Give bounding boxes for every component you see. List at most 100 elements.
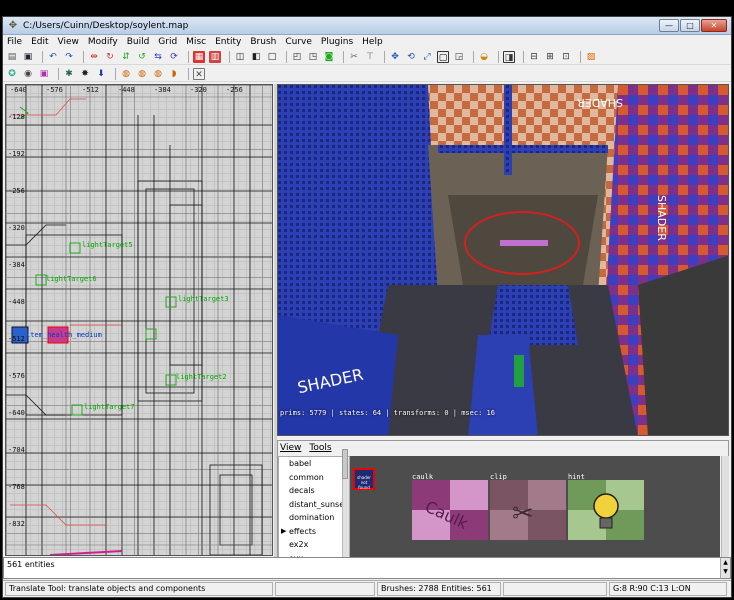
brush-4-icon[interactable]: ◳ — [307, 51, 319, 63]
entity-label[interactable]: lightTarget2 — [176, 373, 227, 381]
close-plugin-icon[interactable]: ✕ — [193, 67, 205, 80]
hint-texture[interactable] — [568, 480, 644, 540]
select-inside-icon[interactable]: ▥ — [209, 50, 221, 63]
caulk-texture[interactable]: Caulk — [412, 480, 488, 540]
menu-edit[interactable]: Edit — [31, 37, 48, 47]
entity-label[interactable]: lightTarget7 — [84, 403, 135, 411]
rotate-y-icon[interactable]: ↺ — [136, 51, 148, 63]
texture-folder-item[interactable]: domination — [279, 511, 349, 525]
prefab-2-icon[interactable]: ◍ — [136, 68, 148, 80]
menu-file[interactable]: File — [7, 37, 22, 47]
new-map-icon[interactable]: ▤ — [6, 51, 18, 63]
bobtoolz-icon[interactable]: ✱ — [63, 68, 75, 80]
y-tick-label: -832 — [8, 520, 25, 528]
toolbar-separator — [286, 50, 287, 63]
make-detail-icon[interactable]: ⊤ — [364, 51, 376, 63]
toolbar-separator — [498, 50, 499, 63]
entity-label[interactable]: lightTarget3 — [178, 295, 229, 303]
toolbar-separator — [523, 50, 524, 63]
patch-caps-icon[interactable]: ⊞ — [544, 51, 556, 63]
entity-label[interactable]: lightTarget5 — [82, 241, 133, 249]
texture-lock-icon[interactable]: ◒ — [478, 51, 490, 63]
translate-icon[interactable]: ✥ — [389, 51, 401, 63]
menu-help[interactable]: Help — [362, 37, 383, 47]
minimize-button[interactable]: — — [659, 19, 679, 32]
main-toolbar: ▤ ▣ ↶ ↷ ⇹ ↻ ⇵ ↺ ⇆ ⟳ ▦ ▥ ◫ ◧ □ ◰ ◳ ◙ ✂ ⊤ — [3, 49, 731, 65]
menu-misc[interactable]: Misc — [186, 37, 206, 47]
maximize-button[interactable]: □ — [680, 19, 700, 32]
status-grid: G:8 R:90 C:13 L:ON — [609, 582, 727, 596]
texture-folder-tree[interactable]: babel common decals distant_sunset dominatio… — [278, 456, 350, 571]
resize-icon[interactable]: ◲ — [453, 51, 465, 63]
texture-grid-scrollbar[interactable] — [721, 456, 729, 571]
flip-x-icon[interactable]: ⇹ — [88, 51, 100, 63]
rotate-icon[interactable]: ⟲ — [405, 51, 417, 63]
prefab-icon[interactable]: ◍ — [120, 68, 132, 80]
y-tick-label: -704 — [8, 446, 25, 454]
filter-icon[interactable]: ✪ — [6, 68, 18, 80]
texture-folder-item[interactable]: ▶ effects — [279, 525, 349, 539]
csg-subtract-icon[interactable]: ◫ — [234, 51, 246, 63]
texture-menu-view[interactable]: View — [280, 443, 301, 455]
selected-brush[interactable] — [500, 240, 548, 246]
menu-build[interactable]: Build — [127, 37, 150, 47]
menu-curve[interactable]: Curve — [285, 37, 312, 47]
texture-folder-item[interactable]: decals — [279, 484, 349, 498]
csg-merge-icon[interactable]: ◧ — [250, 51, 262, 63]
expand-arrow-icon[interactable]: ▶ — [281, 525, 286, 539]
undo-icon[interactable]: ↶ — [47, 51, 59, 63]
download-icon[interactable]: ⬇ — [95, 68, 107, 80]
x-tick-label: -384 — [154, 86, 171, 94]
redo-icon[interactable]: ↷ — [63, 51, 75, 63]
x-tick-label: -256 — [226, 86, 243, 94]
texture-view-icon[interactable]: ◨ — [503, 50, 515, 63]
tree-scroll-thumb[interactable] — [342, 449, 348, 479]
scale-icon[interactable]: ⤢ — [421, 51, 433, 63]
texture-grid[interactable]: shader not found caulk clip hint Caulk ✂ — [350, 456, 720, 571]
clipper-icon[interactable]: ✂ — [348, 51, 360, 63]
save-icon[interactable]: ▣ — [22, 51, 34, 63]
rotate-x-icon[interactable]: ↻ — [104, 51, 116, 63]
bug-icon[interactable]: ✸ — [79, 68, 91, 80]
texture-folder-item[interactable]: babel — [279, 457, 349, 471]
camera-3d-view[interactable]: SHADER SHADER SHADER prims: 5779 | state… — [277, 84, 729, 436]
patch-icon[interactable]: ⊟ — [528, 51, 540, 63]
menu-modify[interactable]: Modify — [88, 37, 118, 47]
status-counts: Brushes: 2788 Entities: 561 — [377, 582, 501, 596]
menu-view[interactable]: View — [58, 37, 79, 47]
texture-menu-tools[interactable]: Tools — [309, 443, 331, 455]
flip-y-icon[interactable]: ⇵ — [120, 51, 132, 63]
patch-bend-icon[interactable]: ⊡ — [560, 51, 572, 63]
brush-cylinder-icon[interactable]: ◙ — [323, 51, 335, 63]
xy-orthographic-view[interactable]: -640 -576 -512 -448 -384 -320 -256 -128 -192 -25… — [5, 84, 273, 556]
flip-z-icon[interactable]: ⇆ — [152, 51, 164, 63]
menu-plugins[interactable]: Plugins — [321, 37, 353, 47]
texture-folder-label: domination — [289, 513, 335, 522]
entity-label[interactable]: lightTarget6 — [46, 275, 97, 283]
console[interactable]: 561 entities ▲ ▼ — [3, 557, 731, 579]
menu-brush[interactable]: Brush — [250, 37, 276, 47]
texture-folder-item[interactable]: common — [279, 471, 349, 485]
brush-3-icon[interactable]: ◰ — [291, 51, 303, 63]
plugin-icon[interactable]: ▨ — [585, 51, 597, 63]
console-scrollbar[interactable]: ▲ ▼ — [720, 558, 730, 578]
prefab-3-icon[interactable]: ◍ — [152, 68, 164, 80]
menu-grid[interactable]: Grid — [158, 37, 177, 47]
title-bar[interactable]: ✥ C:/Users/Cuinn/Desktop/soylent.map — □… — [3, 17, 731, 35]
drag-icon[interactable]: ▢ — [437, 50, 449, 63]
close-button[interactable]: ✕ — [701, 19, 727, 32]
hollow-icon[interactable]: □ — [266, 51, 278, 63]
menu-entity[interactable]: Entity — [215, 37, 241, 47]
select-touching-icon[interactable]: ▦ — [193, 50, 205, 63]
entity-list-icon[interactable]: ▣ — [38, 68, 50, 80]
window-controls: — □ ✕ — [659, 19, 727, 32]
camera-icon[interactable]: ◉ — [22, 68, 34, 80]
rotate-z-icon[interactable]: ⟳ — [168, 51, 180, 63]
toolbar-separator — [42, 50, 43, 63]
texture-folder-item[interactable]: ex2x — [279, 538, 349, 552]
shader-not-found-texture[interactable]: shader not found — [353, 468, 375, 490]
clip-texture[interactable]: ✂ — [490, 480, 566, 540]
entity-label[interactable]: item_health_medium — [26, 331, 102, 339]
texture-folder-item[interactable]: distant_sunset — [279, 498, 349, 512]
prefab-4-icon[interactable]: ◗ — [168, 68, 180, 80]
